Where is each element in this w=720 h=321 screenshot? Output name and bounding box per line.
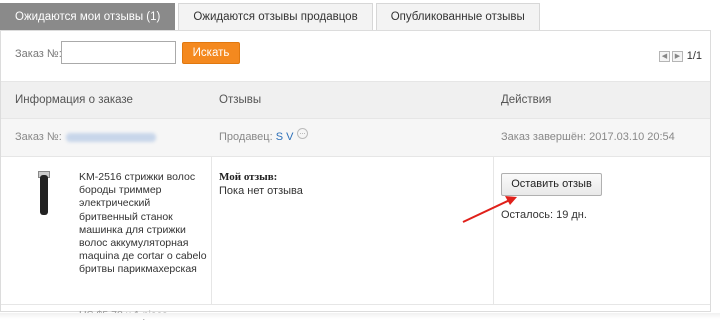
order-row: Заказ №: Продавец: S V Заказ завершён: 2… bbox=[1, 119, 710, 157]
trimmer-body-icon bbox=[40, 175, 48, 215]
no-review-text: Пока нет отзыва bbox=[219, 185, 303, 197]
pager: ◀ ▶ 1/1 bbox=[658, 50, 702, 62]
product-thumbnail[interactable] bbox=[35, 169, 53, 217]
header-actions: Действия bbox=[501, 94, 552, 106]
header-order-info: Информация о заказе bbox=[15, 94, 133, 106]
search-row: Заказ №: Искать ◀ ▶ 1/1 bbox=[1, 31, 710, 81]
search-button[interactable]: Искать bbox=[182, 42, 240, 64]
arrow-right-icon: ▶ bbox=[674, 52, 681, 60]
chat-icon[interactable] bbox=[297, 128, 309, 139]
page-indicator: 1/1 bbox=[686, 50, 702, 62]
product-title[interactable]: KM-2516 стрижки волос бороды триммер эле… bbox=[79, 171, 207, 277]
seller-link[interactable]: S V bbox=[276, 131, 294, 143]
table-header: Информация о заказе Отзывы Действия bbox=[1, 81, 710, 119]
tab-awaiting-my-reviews[interactable]: Ожидаются мои отзывы (1) bbox=[0, 3, 176, 30]
column-divider bbox=[493, 157, 494, 305]
tab-awaiting-seller-reviews[interactable]: Ожидаются отзывы продавцов bbox=[178, 3, 373, 30]
seller-info: Продавец: S V bbox=[219, 128, 309, 143]
leave-review-button[interactable]: Оставить отзыв bbox=[501, 173, 602, 196]
my-review-label: Мой отзыв: bbox=[219, 171, 278, 183]
prev-page-button[interactable]: ◀ bbox=[658, 50, 670, 62]
time-remaining: Осталось: 19 дн. bbox=[501, 209, 587, 221]
reviews-panel: Заказ №: Искать ◀ ▶ 1/1 Информация о зак… bbox=[0, 30, 711, 321]
tab-published-reviews[interactable]: Опубликованные отзывы bbox=[375, 3, 540, 30]
header-reviews: Отзывы bbox=[219, 94, 262, 106]
panel-shadow bbox=[0, 313, 720, 319]
order-number-input[interactable] bbox=[61, 41, 176, 64]
product-row: KM-2516 стрижки волос бороды триммер эле… bbox=[1, 157, 710, 321]
tab-bar: Ожидаются мои отзывы (1) Ожидаются отзыв… bbox=[0, 3, 543, 31]
order-number-blurred bbox=[65, 132, 156, 142]
order-info: Заказ №: bbox=[15, 131, 156, 143]
column-divider bbox=[211, 157, 212, 305]
next-page-button[interactable]: ▶ bbox=[671, 50, 683, 62]
order-number-label: Заказ №: bbox=[15, 48, 62, 60]
arrow-left-icon: ◀ bbox=[661, 52, 668, 60]
order-number-label: Заказ №: bbox=[15, 131, 62, 143]
order-status: Заказ завершён: 2017.03.10 20:54 bbox=[501, 131, 675, 143]
seller-label: Продавец: bbox=[219, 131, 273, 143]
